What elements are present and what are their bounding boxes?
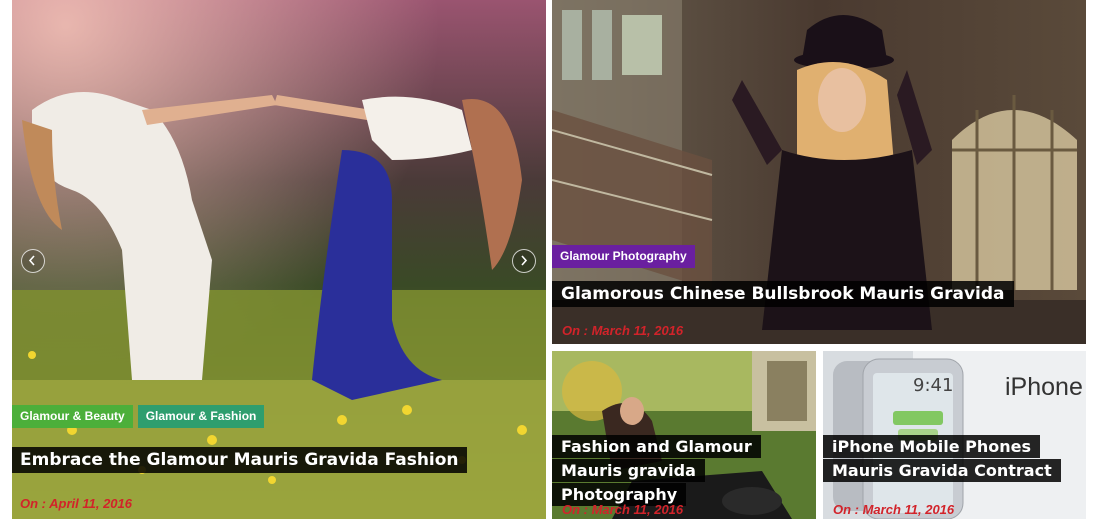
post-image-two-women-field bbox=[12, 0, 546, 519]
post-title[interactable]: Glamorous Chinese Bullsbrook Mauris Grav… bbox=[552, 281, 1014, 307]
post-title[interactable]: Embrace the Glamour Mauris Gravida Fashi… bbox=[12, 447, 467, 473]
post-date: On : April 11, 2016 bbox=[20, 496, 132, 511]
chevron-right-icon bbox=[521, 255, 528, 266]
post-date: On : March 11, 2016 bbox=[562, 323, 684, 338]
iphone-wordmark: iPhone bbox=[1005, 373, 1083, 401]
featured-post-main[interactable]: Glamour & Beauty Glamour & Fashion Embra… bbox=[12, 0, 546, 519]
category-badge[interactable]: Glamour & Fashion bbox=[137, 405, 265, 428]
post-date: On : March 11, 2016 bbox=[833, 502, 955, 517]
post-title[interactable]: Fashion and Glamour Mauris gravida Photo… bbox=[552, 435, 761, 506]
featured-post-3[interactable]: Fashion and Glamour Mauris gravida Photo… bbox=[552, 351, 816, 519]
slider-next-button[interactable] bbox=[512, 249, 536, 273]
post-categories: Glamour & Beauty Glamour & Fashion bbox=[12, 405, 265, 428]
chevron-left-icon bbox=[28, 255, 35, 266]
featured-post-4[interactable]: 9:41 iPhone iPhone Mobile Phones Mauris … bbox=[823, 351, 1086, 519]
post-date: On : March 11, 2016 bbox=[562, 502, 684, 517]
phone-time-text: 9:41 bbox=[913, 375, 954, 396]
featured-post-2[interactable]: Glamour Photography Glamorous Chinese Bu… bbox=[552, 0, 1086, 344]
slider-prev-button[interactable] bbox=[21, 249, 45, 273]
category-badge[interactable]: Glamour & Beauty bbox=[12, 405, 133, 428]
category-badge[interactable]: Glamour Photography bbox=[552, 245, 695, 268]
post-title[interactable]: iPhone Mobile Phones Mauris Gravida Cont… bbox=[823, 435, 1061, 482]
post-categories: Glamour Photography bbox=[552, 245, 695, 268]
